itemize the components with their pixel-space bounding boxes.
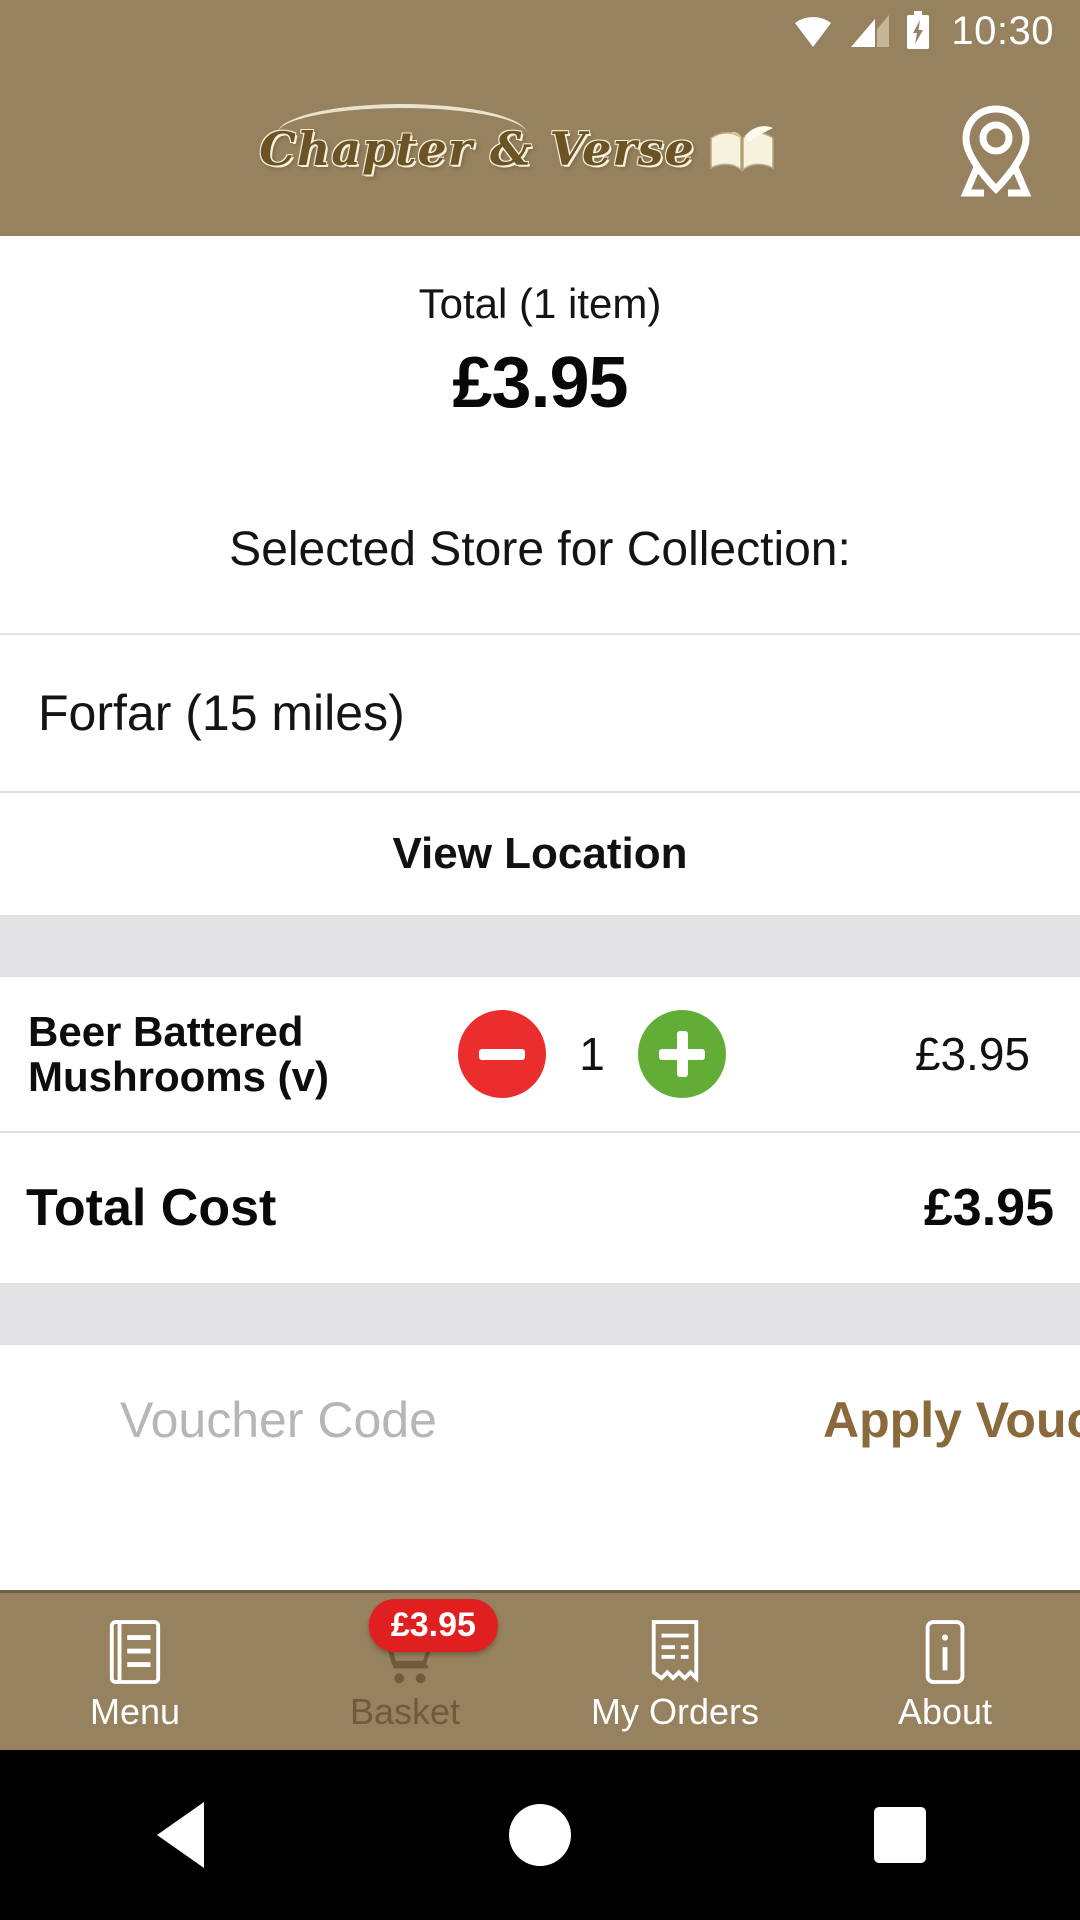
selected-store-row[interactable]: Forfar (15 miles) — [0, 635, 1080, 791]
status-bar-clock: 10:30 — [951, 8, 1054, 53]
app-screen: 10:30 Chapter & Verse Total (1 item) £3.… — [0, 0, 1080, 1920]
app-header: Chapter & Verse — [0, 62, 1080, 236]
total-cost-row: Total Cost £3.95 — [0, 1133, 1080, 1283]
basket-item-row: Beer Battered Mushrooms (v) 1 £3.95 — [0, 977, 1080, 1131]
plus-circle-icon[interactable] — [638, 1010, 726, 1098]
main-content: Total (1 item) £3.95 Selected Store for … — [0, 236, 1080, 1495]
basket-item-quantity: 1 — [579, 1028, 605, 1080]
nav-label-menu: Menu — [89, 1690, 181, 1732]
selected-store-heading: Selected Store for Collection: — [229, 523, 851, 576]
back-triangle-icon[interactable] — [105, 1750, 255, 1920]
total-amount: £3.95 — [452, 343, 628, 423]
nav-label-my-orders: My Orders — [590, 1690, 759, 1732]
section-spacer — [0, 915, 1080, 977]
total-label: Total (1 item) — [418, 280, 662, 327]
logo-swash-decoration — [277, 104, 528, 134]
nav-item-about[interactable]: About — [810, 1593, 1080, 1750]
brand-logo[interactable]: Chapter & Verse — [259, 104, 777, 178]
open-book-quill-icon — [707, 120, 777, 178]
order-total-block: Total (1 item) £3.95 — [0, 236, 1080, 484]
nav-item-menu[interactable]: Menu — [0, 1593, 270, 1750]
nav-label-about: About — [897, 1690, 993, 1732]
bottom-navigation-bar: Menu £3.95 Basket My Orders About — [0, 1590, 1080, 1750]
basket-item-name: Beer Battered Mushrooms (v) — [28, 1007, 330, 1100]
home-circle-icon[interactable] — [465, 1750, 615, 1920]
menu-list-icon — [106, 1614, 164, 1688]
battery-charging-icon — [905, 11, 931, 51]
info-icon — [916, 1614, 974, 1688]
plus-glyph — [659, 1031, 705, 1077]
nav-item-my-orders[interactable]: My Orders — [540, 1593, 810, 1750]
apply-voucher-button[interactable]: Apply Voucher — [823, 1391, 1080, 1449]
basket-badge: £3.95 — [368, 1599, 498, 1652]
voucher-code-input[interactable] — [120, 1391, 763, 1449]
cellular-signal-icon — [849, 13, 891, 49]
map-location-pin-icon[interactable] — [944, 99, 1048, 199]
view-location-button[interactable]: View Location — [0, 793, 1080, 915]
recents-square-icon[interactable] — [825, 1750, 975, 1920]
section-spacer — [0, 1283, 1080, 1345]
android-system-nav — [0, 1750, 1080, 1920]
minus-glyph — [479, 1048, 525, 1060]
status-bar: 10:30 — [0, 0, 1080, 62]
total-cost-value: £3.95 — [923, 1179, 1054, 1237]
nav-label-basket: Basket — [349, 1690, 461, 1732]
minus-circle-icon[interactable] — [458, 1010, 546, 1098]
total-cost-label: Total Cost — [26, 1179, 277, 1237]
receipt-icon — [646, 1614, 704, 1688]
voucher-row: Apply Voucher — [0, 1345, 1080, 1495]
nav-item-basket[interactable]: £3.95 Basket — [270, 1593, 540, 1750]
view-location-label: View Location — [392, 829, 688, 878]
selected-store-name: Forfar (15 miles) — [38, 685, 405, 741]
basket-item-price: £3.95 — [914, 1028, 1030, 1080]
wifi-icon — [791, 13, 835, 49]
quantity-stepper: 1 — [458, 1010, 726, 1098]
